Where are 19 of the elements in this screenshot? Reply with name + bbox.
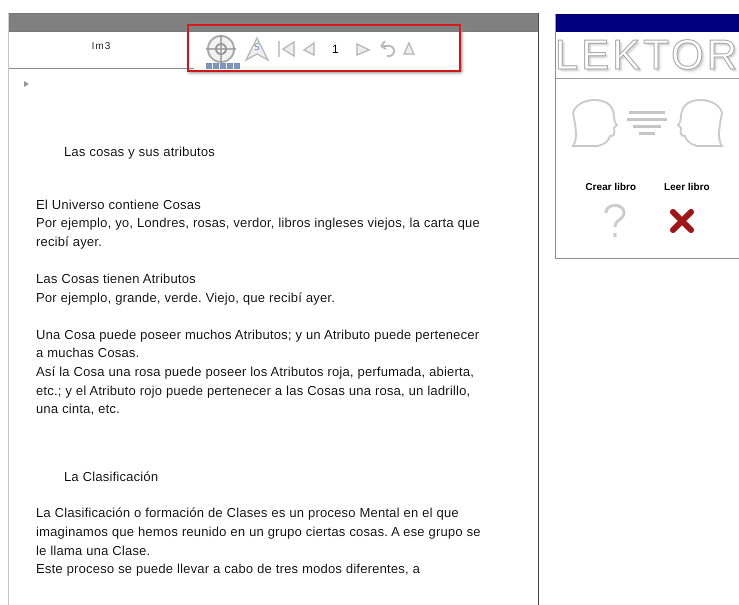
page-number: 1	[332, 42, 339, 56]
logo: LEKTOR	[554, 32, 739, 78]
document-tab[interactable]: Im3	[92, 41, 112, 54]
section-heading: La Clasificación	[63, 468, 160, 486]
paragraph: Las Cosas tienen Atributos Por ejemplo, grande, verde. Viejo, que recibí ayer.	[36, 270, 336, 307]
paragraph: Una Cosa puede poseer muchos Atributos; y un Atributo puede pertenecer a muchas Cosas. Así la Cosa una rosa puede poseer los Atributos roja, perfumada, abierta, etc.; y el Atributo rojo puede pertenecer a las Cosas una rosa, un ladrillo, una cinta, etc.	[36, 326, 480, 418]
triangle-icon[interactable]	[402, 42, 415, 56]
section-heading: Las cosas y sus atributos	[63, 143, 216, 161]
previous-page-icon[interactable]	[302, 41, 316, 57]
menu-button[interactable]: Leer libro	[664, 182, 710, 193]
close-icon[interactable]	[668, 208, 694, 234]
target-icon[interactable]	[204, 34, 238, 64]
next-page-icon[interactable]	[354, 42, 371, 56]
paragraph: El Universo contiene Cosas Por ejemplo, yo, Londres, rosas, verdor, libros ingleses viejos, la carta que recibí ayer.	[36, 196, 481, 251]
menu-button[interactable]: Crear libro	[585, 182, 636, 193]
paragraph: La Clasificación o formación de Clases es un proceso Mental en el que imaginamos que hemos reunido en un grupo ciertas cosas. A ese grupo se le llama una Clase. Este proceso se puede llevar a cabo de tres modos diferentes, a	[36, 504, 482, 578]
first-page-icon[interactable]	[276, 39, 296, 59]
page-indicator-icon	[206, 63, 240, 69]
bullet-icon	[24, 81, 29, 87]
